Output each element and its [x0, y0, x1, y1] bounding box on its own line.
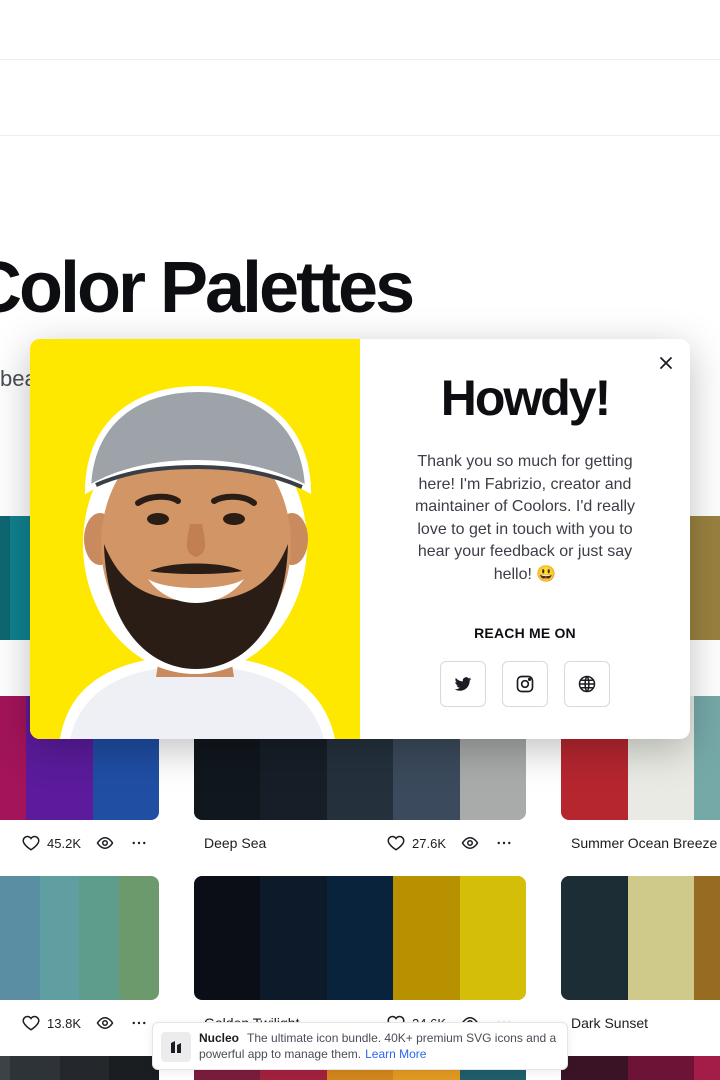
color-swatch[interactable]: [0, 696, 27, 820]
like-count: 13.8K: [47, 1015, 81, 1031]
palette-card[interactable]: [561, 876, 720, 1000]
like-button[interactable]: 27.6K: [386, 833, 446, 853]
palette-card[interactable]: [0, 876, 159, 1000]
ad-text: Nucleo The ultimate icon bundle. 40K+ pre…: [199, 1030, 559, 1062]
color-swatch[interactable]: [9, 1056, 60, 1080]
palette-card[interactable]: [0, 1056, 159, 1080]
ad-banner[interactable]: Nucleo The ultimate icon bundle. 40K+ pre…: [152, 1022, 568, 1070]
like-count: 27.6K: [412, 835, 446, 851]
color-swatch[interactable]: [627, 1056, 695, 1080]
palette-meta: Summer Ocean Breeze: [561, 827, 720, 859]
more-icon[interactable]: [129, 833, 149, 853]
welcome-modal: Howdy! Thank you so much for getting her…: [30, 339, 690, 739]
more-icon[interactable]: [129, 1013, 149, 1033]
color-swatch[interactable]: [194, 876, 261, 1000]
color-swatch[interactable]: [694, 1056, 720, 1080]
like-count: 45.2K: [47, 835, 81, 851]
color-swatch[interactable]: [694, 876, 720, 1000]
palette-meta: Dark Sunset: [561, 1007, 720, 1039]
twitter-icon: [453, 674, 473, 694]
color-swatch[interactable]: [119, 876, 159, 1000]
palette-name[interactable]: Deep Sea: [204, 835, 266, 851]
color-swatch[interactable]: [561, 876, 628, 1000]
nucleo-logo-icon: [161, 1032, 191, 1062]
heart-icon: [386, 833, 406, 853]
color-swatch[interactable]: [260, 876, 327, 1000]
twitter-button[interactable]: [440, 661, 486, 707]
palette-meta: 45.2K: [0, 827, 159, 859]
heart-icon: [21, 833, 41, 853]
color-swatch[interactable]: [0, 516, 10, 640]
eye-icon[interactable]: [460, 833, 480, 853]
color-swatch[interactable]: [326, 876, 394, 1000]
eye-icon[interactable]: [95, 833, 115, 853]
more-icon[interactable]: [494, 833, 514, 853]
color-swatch[interactable]: [627, 876, 695, 1000]
like-button[interactable]: 13.8K: [21, 1013, 81, 1033]
website-button[interactable]: [564, 661, 610, 707]
creator-photo: [30, 339, 360, 739]
color-swatch[interactable]: [459, 876, 526, 1000]
modal-message: Thank you so much for getting here! I'm …: [414, 453, 636, 583]
learn-more-link[interactable]: Learn More: [365, 1047, 426, 1061]
palette-card[interactable]: [561, 1056, 720, 1080]
palette-card[interactable]: [194, 876, 526, 1000]
color-swatch[interactable]: [0, 876, 40, 1000]
color-swatch[interactable]: [694, 696, 720, 820]
color-swatch[interactable]: [59, 1056, 110, 1080]
social-links: [440, 661, 610, 707]
instagram-icon: [515, 674, 535, 694]
palette-name[interactable]: Summer Ocean Breeze: [571, 835, 717, 851]
ad-brand: Nucleo: [199, 1031, 240, 1045]
top-navbar: [0, 0, 720, 60]
modal-body: Howdy! Thank you so much for getting her…: [360, 339, 690, 739]
page-title: Color Palettes: [0, 248, 415, 328]
color-swatch[interactable]: [0, 1056, 10, 1080]
palette-meta: 13.8K: [0, 1007, 159, 1039]
reach-me-label: REACH ME ON: [474, 625, 576, 641]
eye-icon[interactable]: [95, 1013, 115, 1033]
color-swatch[interactable]: [39, 876, 80, 1000]
instagram-button[interactable]: [502, 661, 548, 707]
heart-icon: [21, 1013, 41, 1033]
palette-name[interactable]: Dark Sunset: [571, 1015, 648, 1031]
modal-heading: Howdy!: [440, 370, 612, 426]
globe-icon: [577, 674, 597, 694]
color-swatch[interactable]: [561, 1056, 628, 1080]
palette-meta: Deep Sea 27.6K: [194, 827, 526, 859]
like-button[interactable]: 45.2K: [21, 833, 81, 853]
sub-navbar: [0, 60, 720, 136]
color-swatch[interactable]: [393, 876, 460, 1000]
color-swatch[interactable]: [79, 876, 120, 1000]
page: Color Palettes bea 45.2K Deep Sea 27.6K …: [0, 0, 720, 1080]
